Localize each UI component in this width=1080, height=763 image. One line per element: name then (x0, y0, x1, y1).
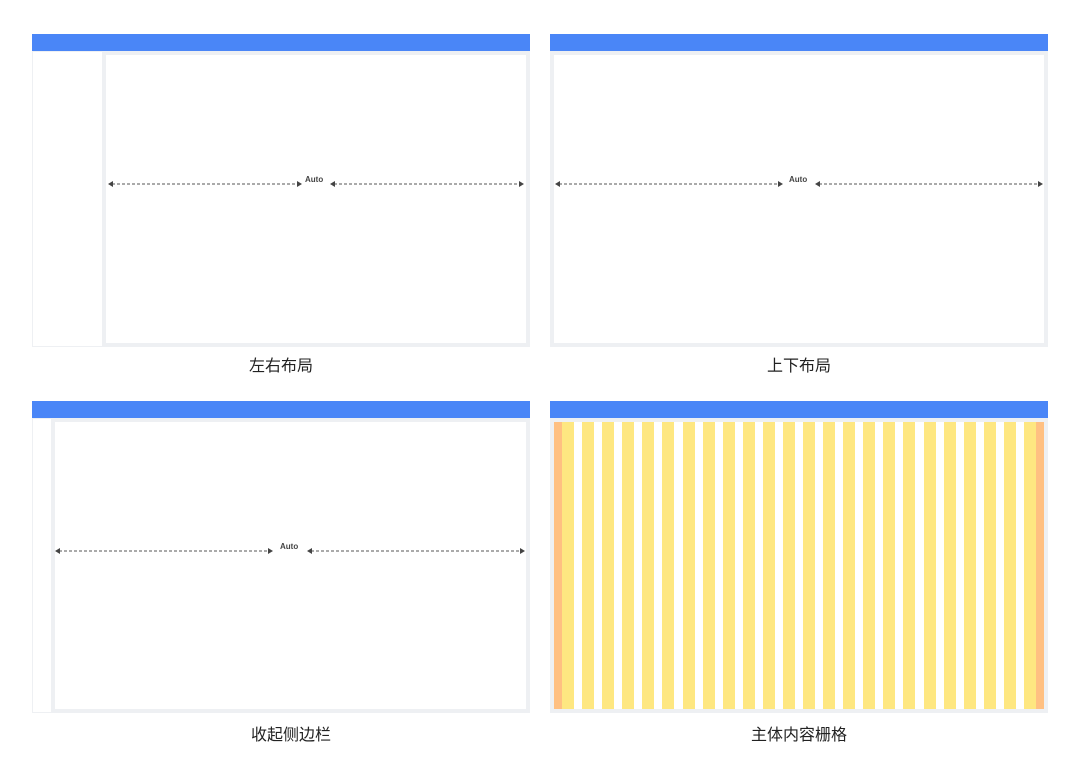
grid-column (682, 422, 695, 709)
grid-column (562, 422, 575, 709)
grid-column (963, 422, 976, 709)
panel-top-bottom-layout: Auto (550, 34, 1048, 347)
panel-content-grid (550, 401, 1048, 713)
panel-collapsed-sidebar: Auto (32, 401, 530, 713)
auto-width-indicator: Auto (555, 175, 1043, 191)
caption-top-bottom-layout: 上下布局 (766, 356, 831, 375)
auto-width-indicator: Auto (55, 542, 525, 558)
grid-column (722, 422, 735, 709)
grid-column (943, 422, 956, 709)
grid-column (1003, 422, 1016, 709)
grid-column (662, 422, 675, 709)
grid-column (582, 422, 595, 709)
auto-label: Auto (789, 175, 808, 184)
grid-column (642, 422, 655, 709)
grid-column (803, 422, 816, 709)
grid-column (863, 422, 876, 709)
auto-label: Auto (280, 542, 299, 551)
grid-column (823, 422, 836, 709)
grid-column (702, 422, 715, 709)
header-bar (32, 34, 530, 51)
grid-columns (554, 422, 1044, 709)
header-bar (550, 401, 1048, 418)
auto-label: Auto (305, 175, 324, 184)
caption-collapsed-sidebar: 收起侧边栏 (250, 725, 331, 744)
main-content (550, 51, 1048, 347)
main-content (51, 418, 530, 713)
sidebar (32, 51, 104, 347)
grid-column (923, 422, 936, 709)
grid-margin-left (554, 422, 562, 709)
grid-column (1023, 422, 1036, 709)
main-content (102, 51, 530, 347)
grid-column (762, 422, 775, 709)
header-bar (550, 34, 1048, 51)
grid-column (602, 422, 615, 709)
grid-column (843, 422, 856, 709)
grid-column (782, 422, 795, 709)
panel-left-right-layout: Auto (32, 34, 530, 347)
grid-column (903, 422, 916, 709)
grid-column (622, 422, 635, 709)
grid-margin-right (1036, 422, 1044, 709)
header-bar (32, 401, 530, 418)
grid-column (883, 422, 896, 709)
grid-column (983, 422, 996, 709)
auto-width-indicator: Auto (108, 175, 524, 191)
grid-column (742, 422, 755, 709)
caption-left-right-layout: 左右布局 (248, 356, 313, 375)
caption-content-grid: 主体内容栅格 (750, 725, 847, 744)
